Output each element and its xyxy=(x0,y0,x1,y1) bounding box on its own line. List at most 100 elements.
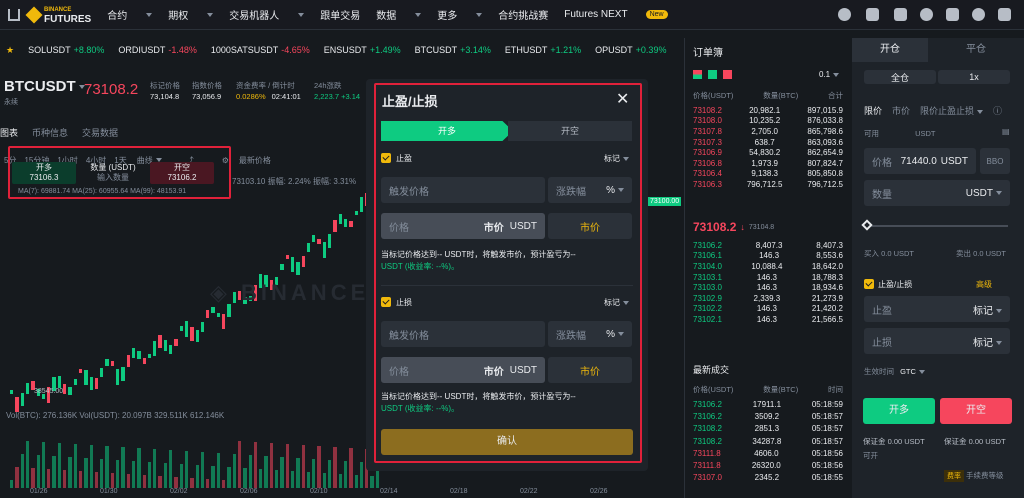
info-icon[interactable]: ⓘ xyxy=(993,104,1002,117)
binance-futures-logo[interactable]: BINANCE FUTURES xyxy=(25,6,91,24)
orderbook-row[interactable]: 73108.2 20,982.1 897,015.9 xyxy=(693,105,843,116)
orderbook-row[interactable]: 73102.9 2,339.3 21,273.9 xyxy=(693,293,843,304)
account-icon[interactable] xyxy=(838,8,851,21)
sell-button[interactable]: 开空 xyxy=(940,398,1012,424)
orderbook-row[interactable]: 73107.8 2,705.0 865,798.6 xyxy=(693,126,843,137)
volume-bar xyxy=(296,458,300,488)
tp-input[interactable]: 止盈 标记 xyxy=(864,296,1010,322)
nav-item-6[interactable]: 合约挑战赛 xyxy=(498,7,548,22)
symbol-name[interactable]: BTCUSDT xyxy=(4,78,85,95)
candle xyxy=(333,220,337,233)
tp-mark-select[interactable]: 标记 xyxy=(973,302,1002,317)
sl-mark-select[interactable]: 标记 xyxy=(973,334,1002,349)
orderbook-row[interactable]: 73108.0 10,235.2 876,033.8 xyxy=(693,116,843,127)
ob-cell: 73106.8 xyxy=(693,158,722,168)
ticker-symbol: 1000SATSUSDT xyxy=(210,45,279,55)
volume-bar xyxy=(290,471,295,488)
candle xyxy=(126,355,130,368)
fee-level-link[interactable]: 手续费等级 xyxy=(966,470,1004,481)
tab-open[interactable]: 开仓 xyxy=(852,38,928,62)
tab-coin-info[interactable]: 币种信息 xyxy=(32,126,68,139)
star-icon[interactable]: ★ xyxy=(6,45,14,56)
nav-item-3[interactable]: 跟单交易 xyxy=(320,7,360,22)
trade-row: 73108.2 34287.8 05:18:57 xyxy=(693,435,843,447)
book-both-icon[interactable] xyxy=(693,70,702,79)
type-stop-limit[interactable]: 限价止盈止损 xyxy=(920,104,984,117)
tab-trade-data[interactable]: 交易数据 xyxy=(82,126,118,139)
orderbook-row[interactable]: 73107.3 638.7 863,093.6 xyxy=(693,137,843,148)
sl-input[interactable]: 止损 标记 xyxy=(864,328,1010,354)
orders-icon[interactable] xyxy=(894,8,907,21)
download-icon[interactable] xyxy=(946,8,959,21)
stat-2: 资金费率 / 倒计时 0.0286% 02:41:01 xyxy=(236,80,301,102)
orderbook-row[interactable]: 73106.9 54,830.2 862,654.9 xyxy=(693,147,843,158)
book-bids-icon[interactable] xyxy=(708,70,717,79)
home-icon[interactable] xyxy=(8,8,20,21)
time-in-force[interactable]: 生效时间 GTC xyxy=(864,366,925,377)
orderbook-row[interactable]: 73103.1 146.3 18,788.3 xyxy=(693,272,843,283)
orderbook-row[interactable]: 73106.4 9,138.3 805,850.8 xyxy=(693,169,843,180)
ticker-item[interactable]: OPUSDT +0.39% xyxy=(595,45,666,55)
x-tick-label: 02/26 xyxy=(590,488,608,495)
volume-bar xyxy=(306,472,311,488)
ob-cell: 146.3 xyxy=(756,272,777,282)
orderbook-layout-icons[interactable] xyxy=(693,70,732,79)
volume-bar xyxy=(110,473,115,488)
orderbook-row[interactable]: 73102.1 146.3 21,566.5 xyxy=(693,314,843,325)
orderbook-row[interactable]: 73106.2 8,407.3 8,407.3 xyxy=(693,240,843,251)
buy-button[interactable]: 开多 xyxy=(863,398,935,424)
layout-icon[interactable] xyxy=(998,8,1011,21)
ticker-item[interactable]: ORDIUSDT -1.48% xyxy=(118,45,197,55)
tick-size-select[interactable]: 0.1 xyxy=(819,70,840,79)
ticker-item[interactable]: SOLUSDT +8.80% xyxy=(28,45,104,55)
nav-item-1[interactable]: 期权 xyxy=(168,7,188,22)
globe-icon[interactable] xyxy=(920,8,933,21)
orderbook-row[interactable]: 73106.8 1,973.9 807,824.7 xyxy=(693,158,843,169)
orderbook-row[interactable]: 73103.0 146.3 18,934.6 xyxy=(693,282,843,293)
candle xyxy=(20,393,24,407)
tab-chart[interactable]: 图表 xyxy=(0,126,18,139)
gear-icon[interactable] xyxy=(972,8,985,21)
candle xyxy=(301,256,305,268)
qty-unit-select[interactable]: USDT xyxy=(966,188,1002,199)
nav-item-0[interactable]: 合约 xyxy=(107,7,127,22)
tab-close[interactable]: 平仓 xyxy=(938,38,1014,62)
trade-cell: 05:18:57 xyxy=(811,424,843,434)
leverage-button[interactable]: 1x xyxy=(938,70,1010,84)
ob-cell: 2,339.3 xyxy=(753,293,781,303)
order-panel: 开仓 平仓 全仓 1x 限价 市价 限价止盈止损 ⓘ 可用 USDT ▤ 价格 … xyxy=(852,38,1024,498)
candle xyxy=(322,242,327,259)
type-market[interactable]: 市价 xyxy=(892,104,910,117)
book-asks-icon[interactable] xyxy=(723,70,732,79)
bbo-button[interactable]: BBO xyxy=(980,148,1010,174)
tpsl-checkbox[interactable] xyxy=(864,279,874,289)
ticker-item[interactable]: 1000SATSUSDT -4.65% xyxy=(211,45,310,55)
margin-mode-button[interactable]: 全仓 xyxy=(864,70,936,84)
nav-item-4[interactable]: 数据 xyxy=(376,7,396,22)
stat-label: 指数价格 xyxy=(192,81,222,90)
candle xyxy=(354,210,358,215)
price-input[interactable]: 价格 71440.0 USDT xyxy=(864,148,976,174)
nav-item-2[interactable]: 交易机器人 xyxy=(229,7,279,22)
orderbook-row[interactable]: 73106.1 146.3 8,553.6 xyxy=(693,251,843,262)
ob-cell: 54,830.2 xyxy=(749,148,781,158)
volume-bar xyxy=(100,459,104,488)
orderbook-row[interactable]: 73102.2 146.3 21,420.2 xyxy=(693,304,843,315)
ticker-item[interactable]: BTCUSDT +3.14% xyxy=(415,45,491,55)
slider-handle[interactable] xyxy=(861,219,873,231)
volume-bar xyxy=(322,473,327,488)
nav-item-5[interactable]: 更多 xyxy=(437,7,457,22)
ticker-item[interactable]: ETHUSDT +1.21% xyxy=(505,45,581,55)
type-limit[interactable]: 限价 xyxy=(864,104,882,117)
orderbook-row[interactable]: 73104.0 10,088.4 18,642.0 xyxy=(693,261,843,272)
amount-slider[interactable] xyxy=(861,219,1008,231)
nav-item-7[interactable]: Futures NEXT xyxy=(564,9,627,20)
orderbook-row[interactable]: 73106.3 796,712.5 796,712.5 xyxy=(693,179,843,190)
ticker-item[interactable]: ENSUSDT +1.49% xyxy=(324,45,401,55)
candle xyxy=(338,214,342,225)
quantity-input[interactable]: 数量 USDT xyxy=(864,180,1010,206)
wallet-icon[interactable] xyxy=(866,8,879,21)
transfer-icon[interactable]: ▤ xyxy=(1002,127,1010,136)
orderbook-headers: 价格(USDT) 数量(BTC) 合计 xyxy=(693,90,843,101)
advanced-link[interactable]: 高级 xyxy=(976,279,992,290)
